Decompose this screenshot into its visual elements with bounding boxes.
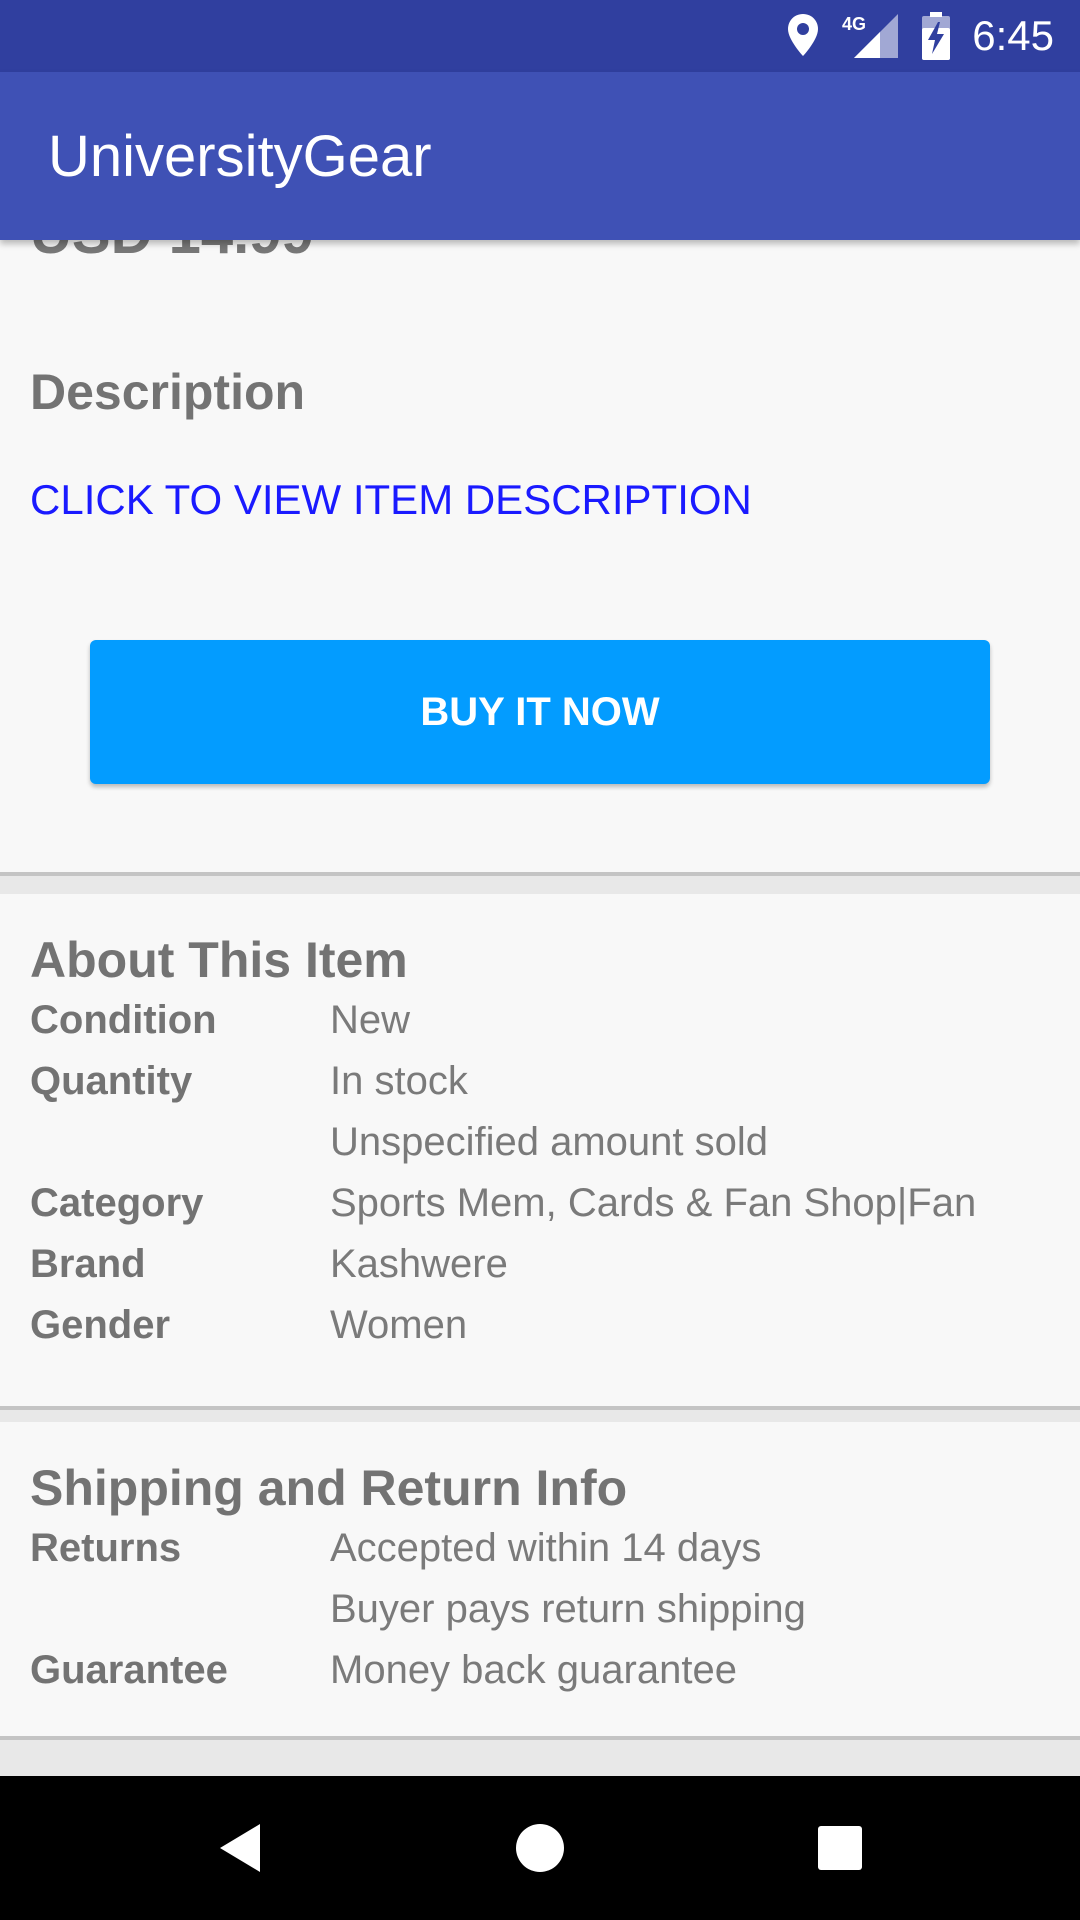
app-title: UniversityGear — [48, 124, 432, 189]
row-label: Guarantee — [30, 1648, 228, 1692]
row-value: Sports Mem, Cards & Fan Shop|Fan — [330, 1181, 977, 1225]
about-row-gender: Gender Women — [30, 1295, 1060, 1356]
row-label: Category — [30, 1181, 204, 1225]
row-label: Gender — [30, 1303, 171, 1347]
network-type-text: 4G — [842, 14, 866, 34]
about-row-brand: Brand Kashwere — [30, 1234, 1060, 1295]
about-item-card: About This Item Condition New Quantity I… — [0, 894, 1080, 1410]
description-heading: Description — [30, 364, 306, 420]
item-detail-scroll[interactable]: USD 14.99 Description CLICK TO VIEW ITEM… — [0, 240, 1080, 1776]
shipping-return-card: Shipping and Return Info Returns Accepte… — [0, 1422, 1080, 1740]
shipping-heading: Shipping and Return Info — [30, 1460, 628, 1516]
status-bar: 4G 6:45 — [0, 0, 1080, 72]
description-card: Description CLICK TO VIEW ITEM DESCRIPTI… — [0, 324, 1080, 876]
shipping-row-returns: Returns Accepted within 14 days — [30, 1518, 1060, 1579]
row-value: Women — [330, 1303, 468, 1347]
app-bar: UniversityGear — [0, 72, 1080, 240]
signal-4g-icon: 4G — [842, 12, 900, 64]
row-value: Accepted within 14 days — [330, 1526, 762, 1570]
back-icon[interactable] — [212, 1820, 268, 1876]
navigation-bar — [0, 1776, 1080, 1920]
row-value: New — [330, 998, 411, 1042]
row-value: Unspecified amount sold — [330, 1120, 769, 1164]
row-value: Kashwere — [330, 1242, 508, 1286]
row-label: Quantity — [30, 1059, 193, 1103]
about-heading: About This Item — [30, 932, 408, 988]
row-value: Money back guarantee — [330, 1648, 737, 1692]
location-icon — [786, 12, 820, 62]
row-label: Returns — [30, 1526, 182, 1570]
status-time: 6:45 — [972, 12, 1054, 59]
item-price: USD 14.99 — [30, 240, 314, 267]
buy-it-now-button[interactable]: BUY IT NOW — [90, 640, 990, 784]
view-description-link[interactable]: CLICK TO VIEW ITEM DESCRIPTION — [30, 474, 752, 526]
row-label: Brand — [30, 1242, 146, 1286]
battery-charging-icon — [920, 12, 952, 64]
about-row-sold: Unspecified amount sold — [30, 1112, 1060, 1173]
row-value: Buyer pays return shipping — [330, 1587, 806, 1631]
shipping-row-return-shipping: Buyer pays return shipping — [30, 1579, 1060, 1640]
shipping-row-guarantee: Guarantee Money back guarantee — [30, 1640, 1060, 1701]
about-row-category: Category Sports Mem, Cards & Fan Shop|Fa… — [30, 1173, 1060, 1234]
home-icon[interactable] — [512, 1820, 568, 1876]
about-row-quantity: Quantity In stock — [30, 1051, 1060, 1112]
row-value: In stock — [330, 1059, 468, 1103]
about-row-condition: Condition New — [30, 990, 1060, 1051]
recents-icon[interactable] — [812, 1820, 868, 1876]
row-label: Condition — [30, 998, 217, 1042]
